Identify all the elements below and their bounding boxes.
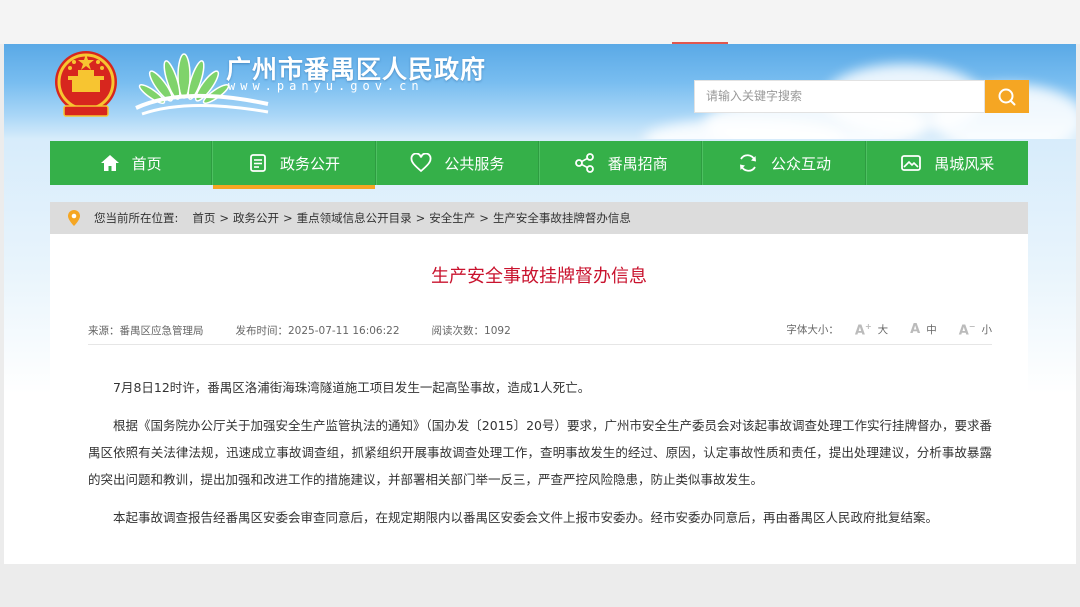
breadcrumb-key-info-catalog[interactable]: 重点领域信息公开目录 — [297, 210, 412, 226]
nav-item-home[interactable]: 首页 — [50, 141, 213, 185]
article-published-time: 发布时间：2025-07-11 16:06:22 — [235, 324, 400, 337]
location-pin-icon — [68, 210, 80, 226]
picture-icon — [901, 155, 922, 171]
bottom-strip — [0, 564, 1080, 607]
breadcrumb-separator: > — [219, 211, 230, 225]
breadcrumb-separator: > — [415, 211, 426, 225]
divider — [88, 344, 992, 345]
breadcrumb-government-affairs[interactable]: 政务公开 — [233, 210, 279, 226]
breadcrumb-work-safety[interactable]: 安全生产 — [429, 210, 475, 226]
nav-item-government-affairs[interactable]: 政务公开 — [212, 141, 376, 189]
article-body: 7月8日12时许，番禺区洛浦街海珠湾隧道施工项目发生一起高坠事故，造成1人死亡。… — [88, 374, 992, 542]
article-paragraph: 本起事故调查报告经番禺区安委会审查同意后，在规定期限内以番禺区安委会文件上报市安… — [113, 510, 939, 525]
font-size-label: 字体大小： — [786, 324, 839, 337]
font-normal-icon[interactable]: A — [910, 322, 920, 337]
network-icon — [574, 153, 594, 173]
nav-item-label: 首页 — [131, 154, 162, 173]
breadcrumb-home[interactable]: 首页 — [192, 210, 215, 226]
nav-item-label: 番禺招商 — [607, 154, 668, 173]
national-emblem-logo[interactable] — [52, 46, 120, 122]
font-increase-icon[interactable]: A+ — [855, 322, 872, 338]
font-size-medium-button[interactable]: 中 — [926, 322, 937, 337]
nav-item-investment[interactable]: 番禺招商 — [538, 141, 703, 185]
article-source: 来源：番禺区应急管理局 — [88, 324, 204, 337]
top-strip — [0, 0, 1080, 44]
font-size-small-button[interactable]: 小 — [982, 322, 993, 337]
breadcrumb: 您当前所在位置: 首页 > 政务公开 > 重点领域信息公开目录 > 安全生产 >… — [50, 202, 1028, 234]
search-input[interactable]: 请输入关键字搜索 — [694, 80, 985, 113]
article-paragraph: 7月8日12时许，番禺区洛浦街海珠湾隧道施工项目发生一起高坠事故，造成1人死亡。 — [113, 380, 591, 395]
home-icon — [100, 155, 119, 171]
font-size-controls: 字体大小： A+ 大 A 中 A− 小 — [786, 322, 992, 338]
breadcrumb-current[interactable]: 生产安全事故挂牌督办信息 — [493, 210, 631, 226]
search-icon — [998, 88, 1016, 105]
article-title: 生产安全事故挂牌督办信息 — [431, 266, 647, 287]
nav-item-city-scenery[interactable]: 禺城风采 — [865, 141, 1028, 185]
nav-item-label: 公共服务 — [444, 154, 505, 173]
font-size-large-button[interactable]: 大 — [878, 322, 889, 337]
font-decrease-icon[interactable]: A− — [959, 322, 976, 338]
breadcrumb-separator: > — [479, 211, 489, 225]
breadcrumb-separator: > — [283, 211, 293, 225]
article-meta: 来源：番禺区应急管理局 发布时间：2025-07-11 16:06:22 阅读次… — [88, 320, 992, 340]
nav-item-label: 政务公开 — [279, 154, 340, 173]
nav-item-label: 公众互动 — [770, 154, 831, 173]
nav-item-public-interaction[interactable]: 公众互动 — [702, 141, 866, 185]
document-icon — [250, 154, 266, 172]
site-url: www.panyu.gov.cn — [228, 79, 424, 93]
nav-item-public-service[interactable]: 公共服务 — [375, 141, 539, 185]
refresh-icon — [739, 154, 756, 172]
heart-icon — [410, 153, 432, 173]
main-nav: 首页 政务公开 公共服务 番禺招商 公众互动 禺城风采 — [50, 141, 1028, 189]
breadcrumb-prefix: 您当前所在位置: — [94, 211, 179, 225]
search-button[interactable] — [985, 80, 1029, 113]
article-paragraph: 根据《国务院办公厅关于加强安全生产监管执法的通知》（国办发〔2015〕20号）要… — [88, 418, 992, 487]
nav-item-label: 禺城风采 — [934, 154, 995, 173]
content-panel: 您当前所在位置: 首页 > 政务公开 > 重点领域信息公开目录 > 安全生产 >… — [50, 202, 1028, 564]
article-view-count: 阅读次数：1092 — [431, 324, 511, 337]
